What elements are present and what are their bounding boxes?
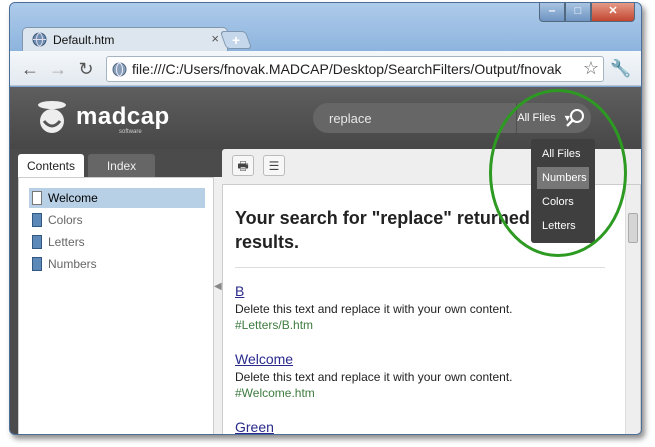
logo-subtext: software <box>119 129 142 135</box>
book-icon <box>32 213 42 227</box>
result-item: Green <box>235 419 605 434</box>
window-controls: ‒ □ ✕ <box>539 3 635 22</box>
browser-window: Default.htm × + ‒ □ ✕ ← → ↻ file:///C:/U… <box>9 2 642 435</box>
search-box: replace All Files ▼ <box>313 103 591 133</box>
minimize-button[interactable]: ‒ <box>539 3 565 22</box>
filter-label: All Files <box>517 112 556 124</box>
print-button[interactable]: 🖶 <box>232 155 254 176</box>
toc-sidebar: Welcome Colors Letters Numbers <box>18 177 214 434</box>
results-scrollbar[interactable] <box>625 185 640 434</box>
url-text: file:///C:/Users/fnovak.MADCAP/Desktop/S… <box>132 61 562 77</box>
search-input[interactable]: replace <box>329 111 372 126</box>
browser-toolbar: ← → ↻ file:///C:/Users/fnovak.MADCAP/Des… <box>10 51 641 86</box>
book-icon <box>32 257 42 271</box>
filter-dropdown-menu: All Files Numbers Colors Letters <box>531 139 595 243</box>
toc-item-label: Numbers <box>48 257 97 271</box>
logo-face-icon <box>38 101 66 133</box>
pane-splitter[interactable]: ◀ <box>214 177 222 434</box>
toc-item-label: Welcome <box>48 191 98 205</box>
result-description: Delete this text and replace it with you… <box>235 370 513 384</box>
result-title-link[interactable]: Welcome <box>235 351 605 367</box>
tab-close-icon[interactable]: × <box>211 31 219 46</box>
toc-item-welcome[interactable]: Welcome <box>29 188 205 208</box>
toc-item-numbers[interactable]: Numbers <box>29 254 205 274</box>
result-title-link[interactable]: B <box>235 283 605 299</box>
collapse-arrow-icon[interactable]: ◀ <box>214 281 222 292</box>
toc-item-colors[interactable]: Colors <box>29 210 205 230</box>
result-item: B Delete this text and replace it with y… <box>235 283 605 332</box>
result-item: Welcome Delete this text and replace it … <box>235 351 605 400</box>
filter-option-letters[interactable]: Letters <box>537 215 589 237</box>
madcap-logo: madcap software <box>32 97 192 139</box>
wrench-icon[interactable]: 🔧 <box>610 59 631 79</box>
reload-icon[interactable]: ↻ <box>76 59 96 79</box>
tab-title: Default.htm <box>53 33 115 47</box>
document-icon <box>32 191 42 205</box>
filter-option-all-files[interactable]: All Files <box>537 143 589 165</box>
bookmark-star-icon[interactable]: ☆ <box>583 58 599 79</box>
search-icon[interactable] <box>563 106 587 130</box>
back-arrow-icon[interactable]: ← <box>20 59 40 79</box>
toc-item-label: Letters <box>48 235 85 249</box>
maximize-button[interactable]: □ <box>565 3 591 22</box>
result-description: Delete this text and replace it with you… <box>235 302 513 316</box>
close-window-button[interactable]: ✕ <box>591 3 635 22</box>
book-icon <box>32 235 42 249</box>
result-title-link[interactable]: Green <box>235 419 605 434</box>
toc-item-letters[interactable]: Letters <box>29 232 205 252</box>
screenshot-frame: Default.htm × + ‒ □ ✕ ← → ↻ file:///C:/U… <box>0 0 655 447</box>
results-divider <box>235 267 605 268</box>
address-bar[interactable]: file:///C:/Users/fnovak.MADCAP/Desktop/S… <box>106 56 604 82</box>
result-url: #Welcome.htm <box>235 386 315 400</box>
tab-index[interactable]: Index <box>88 154 155 178</box>
page-globe-icon <box>112 62 127 77</box>
browser-tab[interactable]: Default.htm × <box>22 27 228 51</box>
globe-icon <box>32 32 47 47</box>
filter-option-numbers[interactable]: Numbers <box>537 167 589 189</box>
filter-option-colors[interactable]: Colors <box>537 191 589 213</box>
scrollbar-thumb[interactable] <box>628 213 638 243</box>
new-tab-button[interactable]: + <box>219 31 253 49</box>
forward-arrow-icon[interactable]: → <box>48 59 68 79</box>
result-url: #Letters/B.htm <box>235 318 314 332</box>
tab-contents[interactable]: Contents <box>18 154 84 178</box>
plus-icon: + <box>231 32 241 48</box>
toggle-navigation-button[interactable]: ☰ <box>263 155 285 176</box>
title-bar: Default.htm × + ‒ □ ✕ <box>10 3 641 51</box>
logo-wordmark: madcap <box>76 103 170 130</box>
toc-item-label: Colors <box>48 213 83 227</box>
